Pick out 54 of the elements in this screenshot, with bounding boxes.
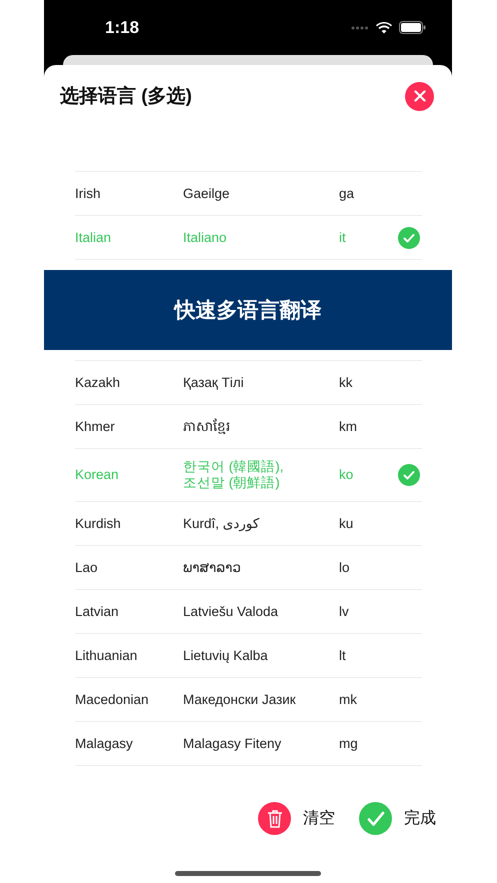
signal-icon <box>351 26 369 30</box>
language-row[interactable]: Irish Gaeilge ga <box>75 171 422 215</box>
checkmark-icon <box>359 802 392 835</box>
language-row[interactable]: Lao ພາສາລາວ lo <box>75 545 422 589</box>
language-name: Lao <box>75 560 99 576</box>
language-code: ga <box>339 186 356 202</box>
sheet-title: 选择语言 (多选) <box>60 84 192 109</box>
language-row[interactable]: Khmer ភាសាខ្មែរ km <box>75 404 422 448</box>
trash-icon <box>258 802 291 835</box>
native-name: Македонски Јазик <box>183 692 297 708</box>
native-name: Italiano <box>183 230 228 246</box>
language-code: lt <box>339 648 347 664</box>
native-name: Malagasy Fiteny <box>183 736 282 752</box>
native-name: Gaeilge <box>183 186 231 202</box>
language-name: Malagasy <box>75 736 134 752</box>
language-code: lv <box>339 604 350 620</box>
language-name: Latvian <box>75 604 120 620</box>
language-row[interactable]: Malagasy Malagasy Fiteny mg <box>75 721 422 766</box>
ad-banner[interactable]: 快速多语言翻译 <box>44 270 452 350</box>
language-name: Italian <box>75 230 112 246</box>
language-row[interactable]: Macedonian Македонски Јазик mk <box>75 677 422 721</box>
language-code: mg <box>339 736 359 752</box>
native-name: Latviešu Valoda <box>183 604 280 620</box>
native-name: Lietuvių Kalba <box>183 648 269 664</box>
done-button[interactable]: 完成 <box>359 802 436 835</box>
language-code: ku <box>339 516 354 532</box>
language-code: km <box>339 418 358 434</box>
native-name: 한국어 (韓國語), 조선말 (朝鮮語) <box>183 458 284 492</box>
wifi-icon <box>376 22 392 34</box>
clear-button[interactable]: 清空 <box>258 802 335 835</box>
language-row[interactable]: Kazakh Қазақ Тілі kk <box>75 360 422 404</box>
language-code: mk <box>339 692 358 708</box>
native-name: ພາສາລາວ <box>183 560 242 576</box>
language-row[interactable]: Latvian Latviešu Valoda lv <box>75 589 422 633</box>
language-name: Khmer <box>75 418 116 434</box>
native-name: Қазақ Тілі <box>183 374 245 390</box>
language-name: Irish <box>75 186 102 202</box>
native-name: ភាសាខ្មែរ <box>183 418 231 434</box>
native-name: Kurdî, كوردی <box>183 516 260 532</box>
battery-icon <box>399 21 426 34</box>
banner-text: 快速多语言翻译 <box>174 298 322 324</box>
language-code: kk <box>339 374 354 390</box>
language-name: Kurdish <box>75 516 122 532</box>
language-code: lo <box>339 560 351 576</box>
language-name: Kazakh <box>75 374 122 390</box>
close-button[interactable] <box>405 82 434 110</box>
language-row[interactable]: Lithuanian Lietuvių Kalba lt <box>75 633 422 677</box>
language-code: ko <box>339 467 354 483</box>
language-name: Macedonian <box>75 692 150 708</box>
close-icon <box>414 90 426 102</box>
language-code: it <box>339 230 347 246</box>
language-name: Korean <box>75 467 120 483</box>
language-name: Lithuanian <box>75 648 138 664</box>
status-time: 1:18 <box>105 18 140 38</box>
